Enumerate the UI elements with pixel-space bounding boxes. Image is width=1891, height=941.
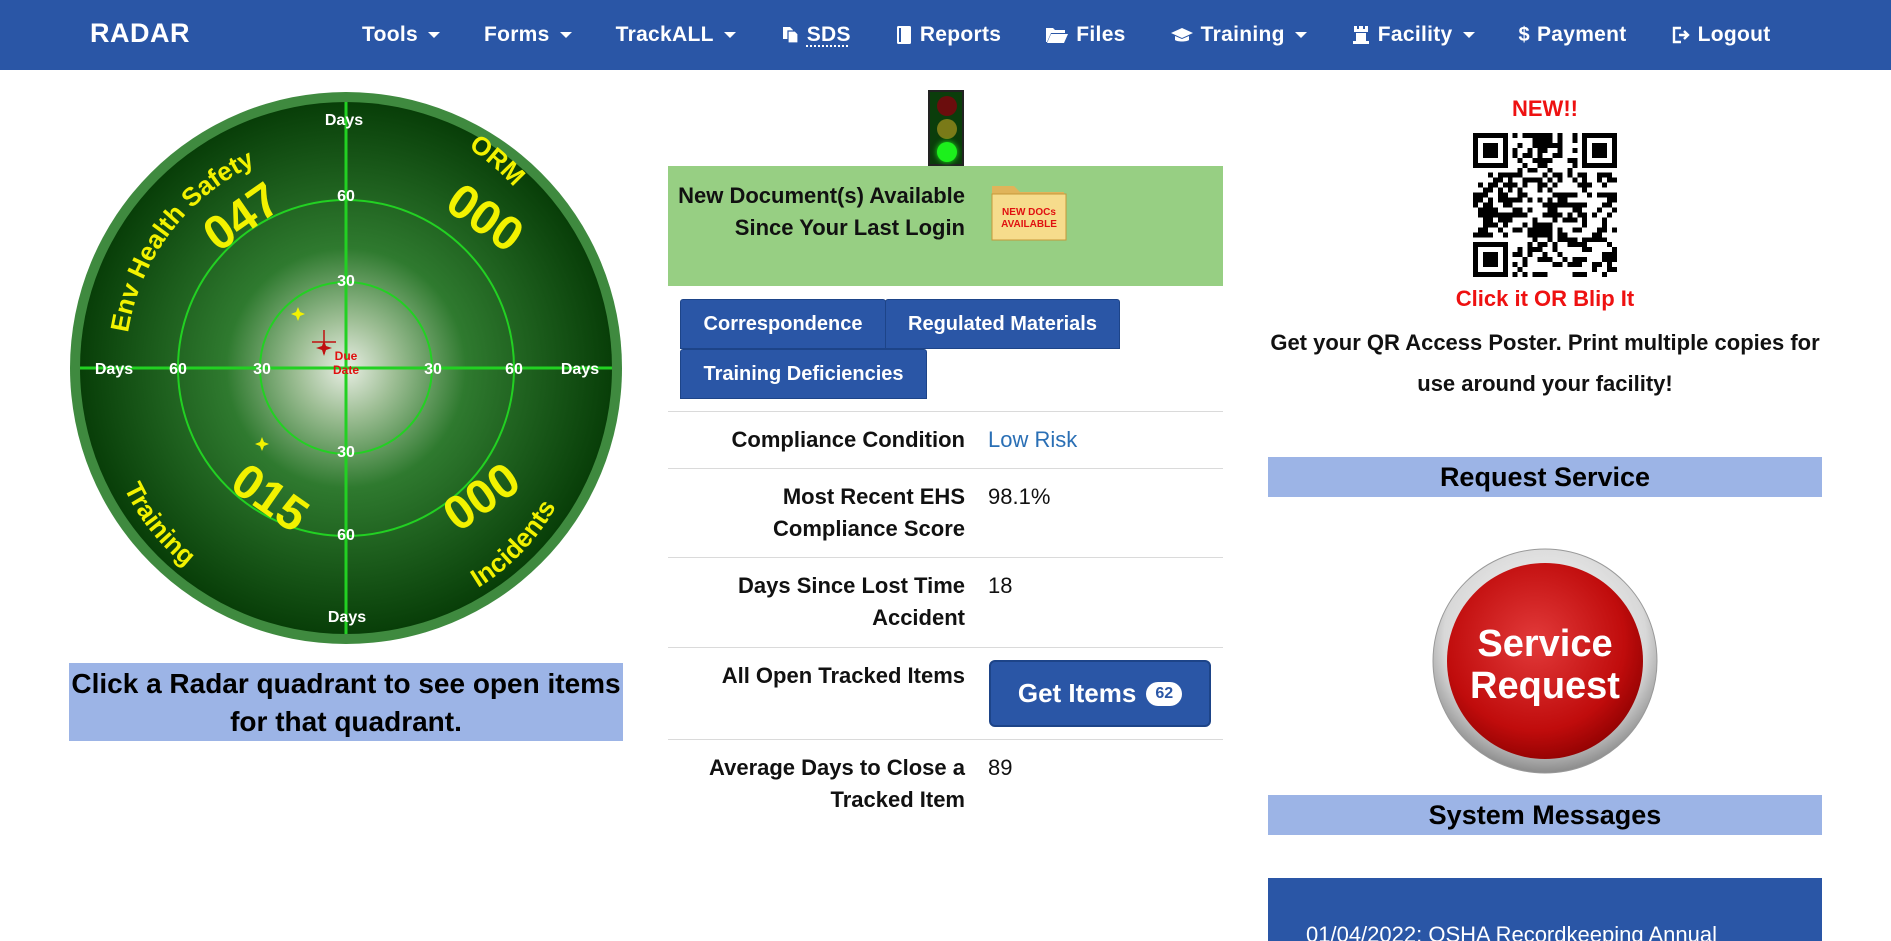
tower-icon <box>1351 25 1371 45</box>
svg-text:60: 60 <box>337 188 355 205</box>
svg-text:Days: Days <box>328 609 366 626</box>
nav-facility[interactable]: Facility <box>1329 0 1497 70</box>
avg-days-label: Average Days to Close a Tracked Item <box>709 755 965 812</box>
request-service-heading: Request Service <box>1268 457 1822 497</box>
nav-trackall-label: TrackALL <box>615 23 714 46</box>
caret-down-icon <box>723 32 736 38</box>
caret-down-icon <box>427 32 440 38</box>
nav-trackall[interactable]: TrackALL <box>594 0 758 70</box>
due-date-marker: Due Date <box>333 349 359 377</box>
svg-text:30: 30 <box>424 361 442 378</box>
lost-time-value: 18 <box>988 573 1013 598</box>
qr-poster-text: Get your QR Access Poster. Print multipl… <box>1270 330 1820 396</box>
svg-text:30: 30 <box>337 444 355 461</box>
new-documents-text: New Document(s) Available Since Your Las… <box>678 183 965 240</box>
traffic-light-red <box>937 96 957 116</box>
click-or-blip-text: Click it OR Blip It <box>1455 286 1635 311</box>
radar-chart[interactable]: Days Days Days Days 60 30 30 60 60 30 30… <box>68 88 624 648</box>
nav-logout-label: Logout <box>1697 23 1771 46</box>
svg-text:60: 60 <box>505 361 523 378</box>
nav-tools-label: Tools <box>362 23 418 46</box>
nav-files-label: Files <box>1076 23 1126 46</box>
caret-down-icon <box>1462 32 1475 38</box>
nav-payment-label: Payment <box>1536 23 1627 46</box>
get-items-label: Get Items <box>1017 678 1137 708</box>
open-items-count-badge: 62 <box>1146 681 1183 706</box>
traffic-light-yellow <box>937 119 957 139</box>
brand-logo[interactable]: RADAR <box>90 18 190 49</box>
tab-training-deficiencies[interactable]: Training Deficiencies <box>680 349 927 399</box>
svg-text:Due: Due <box>335 349 358 363</box>
nav-sds-label: SDS <box>806 23 851 46</box>
svg-text:30: 30 <box>337 273 355 290</box>
compliance-score-row: Most Recent EHS Compliance Score 98.1% <box>668 468 1223 557</box>
nav-files[interactable]: Files <box>1023 0 1147 70</box>
traffic-light-green <box>937 142 957 162</box>
nav-facility-label: Facility <box>1377 23 1453 46</box>
system-messages-heading: System Messages <box>1268 795 1822 835</box>
open-items-label: All Open Tracked Items <box>721 663 965 688</box>
nav-logout[interactable]: Logout <box>1649 0 1793 70</box>
traffic-light-icon <box>928 90 964 166</box>
svg-text:60: 60 <box>337 527 355 544</box>
lost-time-label: Days Since Lost Time Accident <box>737 573 965 630</box>
new-docs-folder-icon[interactable]: NEW DOCs AVAILABLE <box>990 180 1068 242</box>
nav-forms[interactable]: Forms <box>462 0 594 70</box>
nav-tools[interactable]: Tools <box>340 0 462 70</box>
nav-reports-label: Reports <box>919 23 1002 46</box>
compliance-score-label: Most Recent EHS Compliance Score <box>773 484 965 541</box>
nav-payment[interactable]: $ Payment <box>1497 0 1649 70</box>
svg-text:Days: Days <box>95 361 133 378</box>
top-navbar: RADAR Tools Forms TrackALL SDS Reports F… <box>0 0 1891 70</box>
tab-regulated-materials[interactable]: Regulated Materials <box>885 299 1120 349</box>
system-message-item[interactable]: 01/04/2022: OSHA Recordkeeping Annual <box>1306 922 1717 941</box>
compliance-condition-label: Compliance Condition <box>731 427 965 452</box>
nav-forms-label: Forms <box>483 23 550 46</box>
svg-text:Service: Service <box>1477 623 1612 665</box>
lost-time-row: Days Since Lost Time Accident 18 <box>668 557 1223 647</box>
compliance-score-value: 98.1% <box>988 484 1051 509</box>
svg-text:Request: Request <box>1470 665 1620 707</box>
compliance-condition-value[interactable]: Low Risk <box>988 424 1077 456</box>
svg-text:Days: Days <box>325 112 363 129</box>
radar-caption: Click a Radar quadrant to see open items… <box>69 663 623 741</box>
caret-down-icon <box>559 32 572 38</box>
svg-text:Date: Date <box>333 363 359 377</box>
folder-open-icon <box>1045 25 1069 45</box>
documents-icon <box>780 25 800 45</box>
logout-icon <box>1671 25 1691 45</box>
book-icon <box>895 25 913 45</box>
compliance-condition-row: Compliance Condition Low Risk <box>668 411 1223 468</box>
main-nav: Tools Forms TrackALL SDS Reports Files T… <box>340 0 1793 70</box>
new-documents-banner: New Document(s) Available Since Your Las… <box>668 166 1223 286</box>
system-messages-panel: 01/04/2022: OSHA Recordkeeping Annual <box>1268 878 1822 941</box>
nav-sds[interactable]: SDS <box>758 0 873 70</box>
avg-days-row: Average Days to Close a Tracked Item 89 <box>668 739 1223 829</box>
svg-text:60: 60 <box>169 361 187 378</box>
new-badge-text: NEW!! <box>1512 96 1578 121</box>
svg-text:Days: Days <box>561 361 599 378</box>
nav-reports[interactable]: Reports <box>873 0 1023 70</box>
get-items-button[interactable]: Get Items 62 <box>989 660 1211 727</box>
graduation-cap-icon <box>1170 25 1194 45</box>
caret-down-icon <box>1294 32 1307 38</box>
service-request-button[interactable]: Service Request <box>1432 548 1658 774</box>
dollar-icon: $ <box>1518 23 1530 46</box>
nav-training-label: Training <box>1200 23 1285 46</box>
nav-training[interactable]: Training <box>1148 0 1329 70</box>
svg-text:30: 30 <box>253 361 271 378</box>
qr-code-image[interactable] <box>1473 133 1617 277</box>
svg-text:AVAILABLE: AVAILABLE <box>1001 219 1057 230</box>
avg-days-value: 89 <box>988 755 1013 780</box>
svg-text:NEW DOCs: NEW DOCs <box>1002 207 1056 218</box>
tab-correspondence[interactable]: Correspondence <box>680 299 886 349</box>
